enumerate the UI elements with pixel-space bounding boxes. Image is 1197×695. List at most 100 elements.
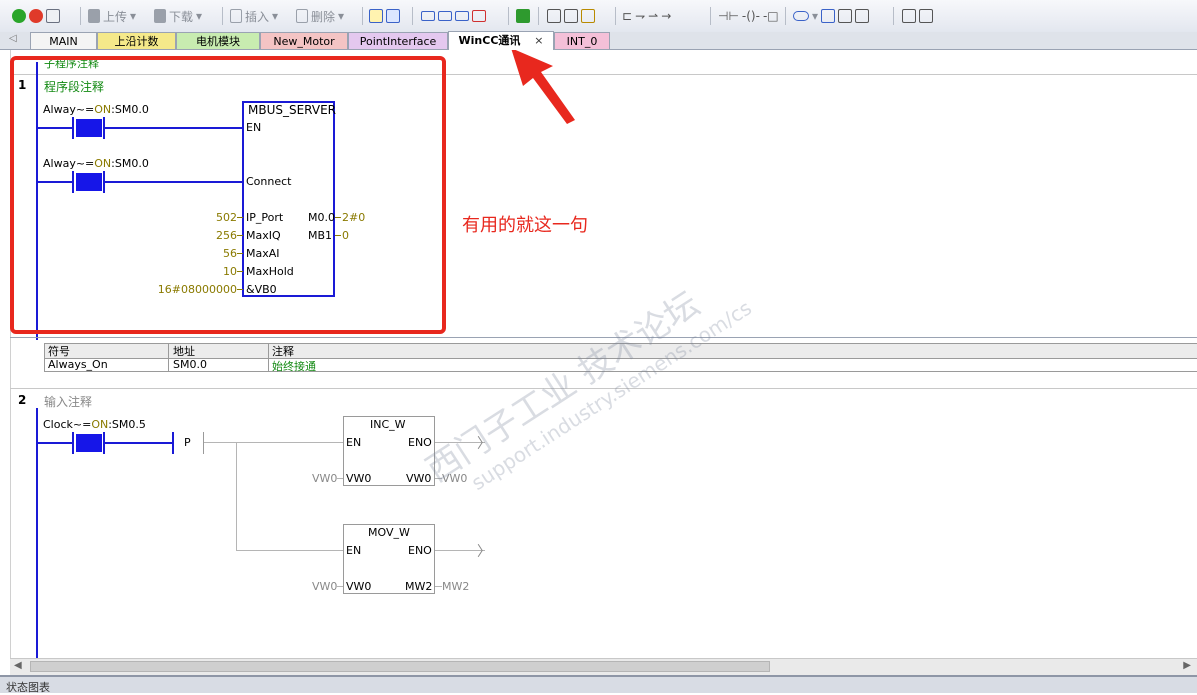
undo-icon[interactable] [438,11,452,21]
input-value[interactable]: VW0 [312,472,337,485]
annotation-text: 有用的就这一句 [462,215,588,236]
cell-comment: 始终接通 [272,360,316,373]
toolbar-group-ladder: ⊏ ⇁ ⇀ → [622,8,671,24]
contact-left-bar [72,432,74,454]
toolbar-group-goto [516,8,530,24]
toolbar-group-edit [421,8,486,24]
edit-all-icon[interactable] [855,9,870,23]
tab-edge-count[interactable]: 上沿计数 [97,32,176,49]
input-value[interactable]: VW0 [312,580,337,593]
pin-en: EN [346,544,362,557]
power-rail [36,408,38,658]
horizontal-scrollbar[interactable]: ◀ ▶ [10,658,1197,675]
program-status-icon[interactable] [369,9,383,23]
tab-label: 电机模块 [196,35,240,48]
tab-label: PointInterface [359,35,437,48]
chevron-down-icon: ▾ [196,9,203,23]
contact-address-label[interactable]: Clock~=ON:SM0.5 [43,418,146,431]
tab-label: MAIN [49,35,78,48]
tab-scroll-left-icon[interactable]: ◁ [9,33,17,44]
pin-en: EN [346,436,362,449]
delete-label: 删除 [311,9,336,24]
status-table-panel[interactable]: 状态图表 [0,675,1197,694]
insert-icon [230,9,242,23]
output-value[interactable]: VW0 [442,472,467,485]
p-contact-right-bar [203,432,204,454]
edit-icon[interactable] [838,9,853,23]
line-down-icon[interactable]: ⇁ [635,9,645,23]
pin-eno: ENO [408,436,432,449]
tab-new-motor[interactable]: New_Motor [260,32,348,49]
comment-icon[interactable] [793,11,809,21]
column-header-comment[interactable]: 注释 [272,343,294,359]
line-up-icon[interactable]: ⇀ [648,9,658,23]
line-right-icon[interactable]: → [661,9,671,23]
output-value[interactable]: MW2 [442,580,469,593]
chevron-down-icon: ▾ [130,9,137,23]
arrow-down-icon [154,9,166,23]
arrow-up-icon [88,9,100,23]
column-header-address[interactable]: 地址 [173,343,195,359]
delete-button[interactable]: 删除 ▾ [296,8,344,24]
run-icon[interactable] [12,9,26,23]
pin-in: VW0 [346,580,372,593]
tool-icon[interactable] [902,9,916,23]
redo-icon[interactable] [455,11,469,21]
close-icon[interactable]: × [534,34,543,47]
highlight-box [10,56,446,334]
coil-icon[interactable]: -()- [742,9,760,23]
toolbar-group-protect [547,8,595,24]
cell-symbol: Always_On [48,358,108,371]
pin-in: VW0 [346,472,372,485]
lock-add-icon[interactable] [581,9,595,23]
tab-motor-module[interactable]: 电机模块 [176,32,260,49]
chevron-down-icon[interactable]: ▾ [812,9,818,23]
tab-bar: ◁ MAIN 上沿计数 电机模块 New_Motor PointInterfac… [0,31,1197,50]
toolbar-group-misc: ▾ [793,8,870,24]
table-status-icon[interactable] [386,9,400,23]
scroll-right-icon[interactable]: ▶ [1183,660,1191,671]
upload-button[interactable]: 上传 ▾ [88,8,136,24]
tab-point-interface[interactable]: PointInterface [348,32,448,49]
box-icon[interactable]: -□ [763,9,779,23]
scroll-left-icon[interactable]: ◀ [14,660,22,671]
tab-wincc-comm[interactable]: WinCC通讯 × [448,31,554,50]
contact-icon[interactable]: ⊣⊢ [718,9,739,23]
annotation-arrow-icon [511,48,575,124]
toolbar-group-tools [902,8,933,24]
properties-icon[interactable] [919,9,933,23]
stop-icon[interactable] [29,9,43,23]
lock-icon[interactable] [547,9,561,23]
chevron-down-icon: ▾ [272,9,279,23]
delete-icon [296,9,308,23]
pin-out: MW2 [405,580,433,593]
column-header-symbol[interactable]: 符号 [48,343,70,359]
tab-main[interactable]: MAIN [30,32,97,49]
arrow-right-icon: 〉 [477,544,491,560]
chevron-down-icon: ▾ [338,9,345,23]
insert-label: 插入 [245,9,270,24]
insert-button[interactable]: 插入 ▾ [230,8,278,24]
compile-icon[interactable] [46,9,60,23]
tab-label: New_Motor [273,35,335,48]
unlock-icon[interactable] [564,9,578,23]
toolbar-group-elements: ⊣⊢ -()- -□ [718,8,779,24]
branch-icon[interactable]: ⊏ [622,9,632,23]
arrow-right-icon: 〉 [477,436,491,452]
network-number[interactable]: 2 [18,393,26,407]
tab-label: WinCC通讯 [458,34,521,47]
network-comment[interactable]: 输入注释 [44,393,92,410]
status-table-title: 状态图表 [6,681,50,694]
tab-label: 上沿计数 [114,35,159,48]
toolbar: 上传 ▾ 下载 ▾ 插入 ▾ 删除 ▾ ⊏ ⇁ ⇀ → ⊣⊢ -()- -□ ▾ [0,0,1197,33]
contact-clock[interactable] [76,434,102,452]
clear-icon[interactable] [472,10,486,22]
download-button[interactable]: 下载 ▾ [154,8,202,24]
p-contact-left-bar [172,432,174,454]
p-contact-label[interactable]: P [184,436,191,449]
pin-eno: ENO [408,544,432,557]
scrollbar-thumb[interactable] [30,661,770,672]
window-icon[interactable] [421,11,435,21]
grid-icon[interactable] [821,9,836,23]
goto-icon[interactable] [516,9,530,23]
